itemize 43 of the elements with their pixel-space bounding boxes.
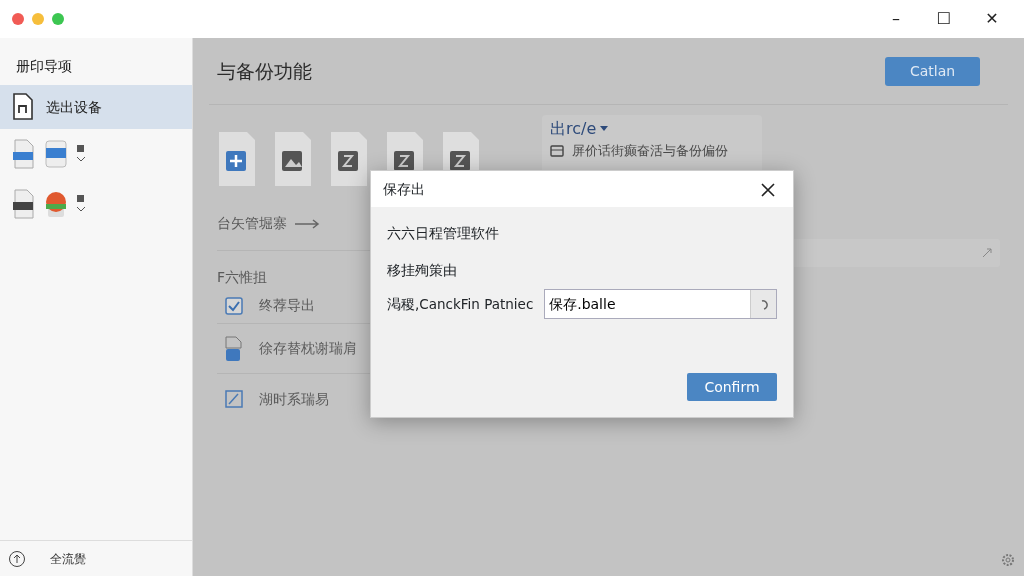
dialog-title: 保存出: [383, 179, 425, 199]
caret-icon[interactable]: [76, 144, 86, 164]
section-link[interactable]: 台矢管堀寨: [217, 213, 287, 234]
sidebar-header: 册印导项: [15, 57, 73, 76]
maximize-button[interactable]: ☐: [920, 0, 968, 38]
list-item-label[interactable]: 终荐导出: [259, 295, 315, 316]
add-file-icon[interactable]: [217, 129, 257, 189]
confirm-button[interactable]: Confirm: [687, 373, 777, 401]
file-icon[interactable]: [273, 129, 313, 189]
field-label: 渇稷,CanckFin Patniec: [387, 294, 535, 314]
zoom-dot[interactable]: [52, 13, 64, 25]
list-item-label[interactable]: 湖时系瑞易: [259, 388, 329, 410]
refresh-button[interactable]: [750, 290, 776, 318]
arrow-icon: [295, 218, 321, 229]
edit-icon: [225, 390, 243, 408]
file-icon: [12, 189, 36, 219]
document-icon: [225, 335, 243, 362]
minimize-dot[interactable]: [32, 13, 44, 25]
minimize-button[interactable]: –: [872, 0, 920, 38]
dialog-heading: 六六日程管理软件: [387, 224, 500, 243]
app-icon: [44, 189, 68, 219]
checkbox[interactable]: [225, 296, 243, 315]
caret-icon: [600, 126, 609, 132]
file-icon[interactable]: [329, 129, 369, 189]
close-button[interactable]: ✕: [968, 0, 1016, 38]
cancel-button[interactable]: Catlan: [885, 56, 980, 86]
settings-icon[interactable]: [1000, 552, 1016, 568]
filename-input[interactable]: 保存.balle: [545, 293, 624, 315]
filename-field[interactable]: 保存.balle: [544, 289, 777, 319]
section-title: F六惟抯: [217, 268, 268, 287]
dropdown-label[interactable]: 出rc/e: [550, 117, 597, 141]
document-icon: [12, 93, 34, 121]
panel-row-text[interactable]: 屏价话街癫奋活与备份偏份: [572, 141, 728, 161]
list-item-label[interactable]: 徐存替枕谢瑞肩: [259, 338, 357, 359]
footer-label[interactable]: 全流覺: [50, 549, 86, 568]
file-icon: [12, 139, 36, 169]
app-icon: [44, 139, 68, 169]
card-icon: [550, 144, 564, 157]
caret-icon[interactable]: [76, 194, 86, 214]
page-title: 与备份功能: [217, 58, 312, 84]
sidebar-item[interactable]: 选出设备: [0, 85, 192, 129]
dialog-subheading: 移挂殉策由: [387, 261, 458, 280]
close-dot[interactable]: [12, 13, 24, 25]
